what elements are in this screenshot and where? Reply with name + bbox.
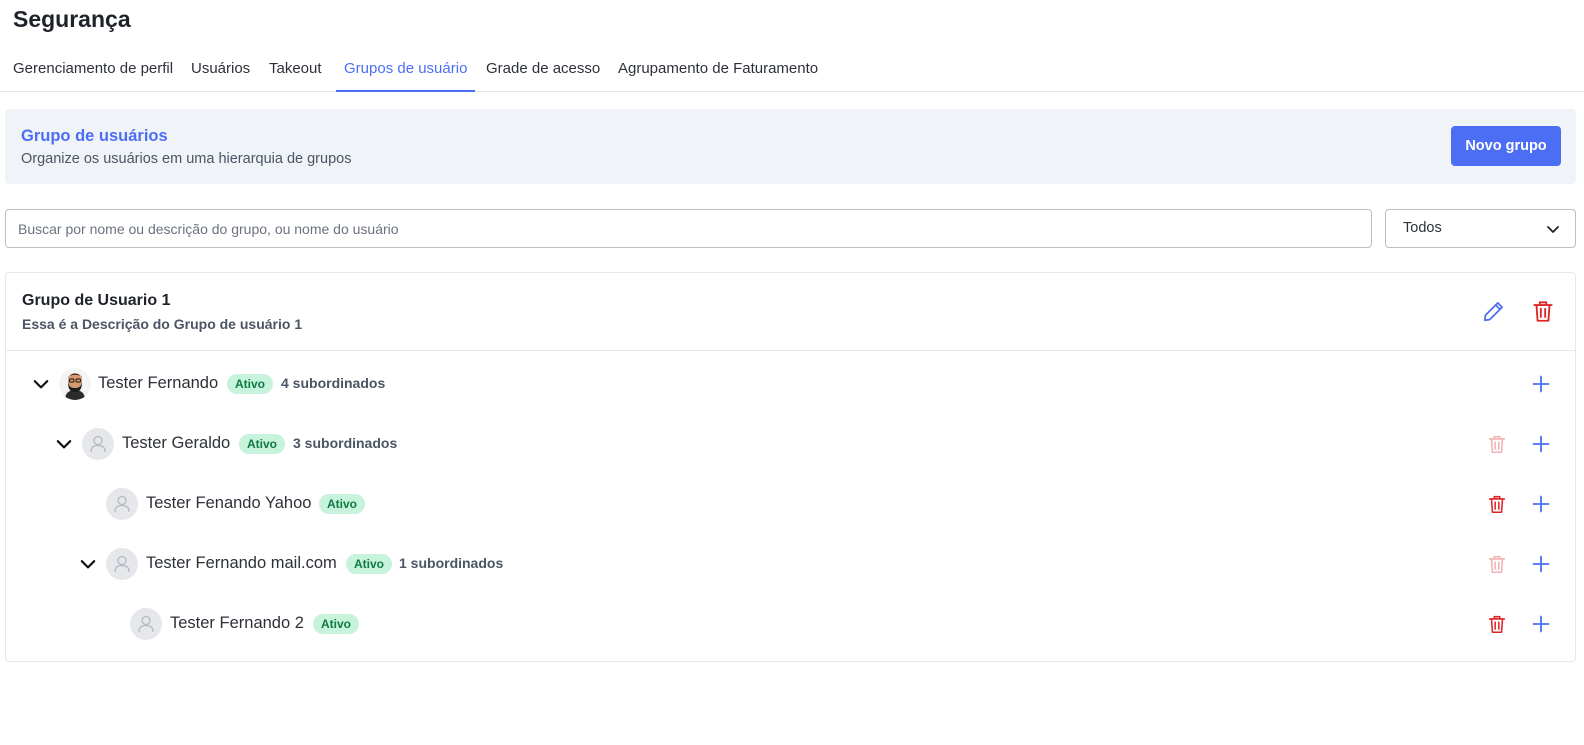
tab-grupos-de-usuario[interactable]: Grupos de usuário bbox=[336, 48, 476, 92]
collapse-chevron-icon[interactable] bbox=[55, 435, 73, 453]
page-title: Segurança bbox=[13, 6, 131, 32]
status-badge: Ativo bbox=[239, 434, 285, 454]
search-input[interactable] bbox=[5, 209, 1372, 248]
tab-grade-de-acesso[interactable]: Grade de acesso bbox=[478, 48, 608, 92]
section-subtitle: Organize os usuários em uma hierarquia d… bbox=[21, 151, 352, 167]
member-name: Tester Fernando bbox=[98, 374, 219, 392]
user-placeholder-avatar bbox=[106, 488, 138, 520]
add-subordinate-plus-icon[interactable] bbox=[1530, 433, 1552, 455]
status-badge: Ativo bbox=[313, 614, 359, 634]
group-name: Grupo de Usuario 1 bbox=[22, 292, 171, 309]
status-filter-select[interactable]: Todos bbox=[1385, 209, 1576, 248]
section-title: Grupo de usuários bbox=[21, 127, 168, 145]
status-badge: Ativo bbox=[346, 554, 392, 574]
member-name: Tester Fenando Yahoo bbox=[146, 494, 312, 512]
status-badge: Ativo bbox=[227, 374, 273, 394]
tab-takeout[interactable]: Takeout bbox=[261, 48, 330, 92]
delete-group-trash-icon[interactable] bbox=[1530, 298, 1556, 324]
remove-member-trash-icon[interactable] bbox=[1486, 553, 1508, 575]
member-row: Tester Fernando Ativo 4 subordinados bbox=[6, 364, 1575, 404]
group-header: Grupo de Usuario 1 Essa é a Descrição do… bbox=[6, 273, 1575, 351]
group-card: Grupo de Usuario 1 Essa é a Descrição do… bbox=[5, 272, 1576, 662]
remove-member-trash-icon[interactable] bbox=[1486, 613, 1508, 635]
tab-usuarios[interactable]: Usuários bbox=[183, 48, 258, 92]
add-subordinate-plus-icon[interactable] bbox=[1530, 493, 1552, 515]
status-badge: Ativo bbox=[319, 494, 365, 514]
remove-member-trash-icon[interactable] bbox=[1486, 433, 1508, 455]
groups-header-card: Grupo de usuários Organize os usuários e… bbox=[5, 109, 1576, 184]
user-placeholder-avatar bbox=[130, 608, 162, 640]
member-name: Tester Fernando 2 bbox=[170, 614, 304, 632]
user-placeholder-avatar bbox=[82, 428, 114, 460]
member-row: Tester Geraldo Ativo 3 subordinados bbox=[6, 424, 1575, 464]
edit-group-pencil-icon[interactable] bbox=[1481, 298, 1507, 324]
remove-member-trash-icon[interactable] bbox=[1486, 493, 1508, 515]
subordinates-count: 4 subordinados bbox=[281, 375, 386, 391]
tab-gerenciamento-de-perfil[interactable]: Gerenciamento de perfil bbox=[5, 48, 181, 92]
group-description: Essa é a Descrição do Grupo de usuário 1 bbox=[22, 316, 303, 332]
chevron-down-icon bbox=[1547, 226, 1559, 233]
add-subordinate-plus-icon[interactable] bbox=[1530, 613, 1552, 635]
add-subordinate-plus-icon[interactable] bbox=[1530, 373, 1552, 395]
user-placeholder-avatar bbox=[106, 548, 138, 580]
member-row: Tester Fernando 2 Ativo bbox=[6, 604, 1575, 644]
member-row: Tester Fenando Yahoo Ativo bbox=[6, 484, 1575, 524]
tab-bar: Gerenciamento de perfil Usuários Takeout… bbox=[0, 48, 1584, 92]
member-name: Tester Geraldo bbox=[122, 434, 231, 452]
user-photo-avatar bbox=[59, 368, 91, 400]
collapse-chevron-icon[interactable] bbox=[79, 555, 97, 573]
tab-agrupamento-de-faturamento[interactable]: Agrupamento de Faturamento bbox=[610, 48, 826, 92]
member-row: Tester Fernando mail.com Ativo 1 subordi… bbox=[6, 544, 1575, 584]
new-group-button[interactable]: Novo grupo bbox=[1451, 126, 1561, 166]
collapse-chevron-icon[interactable] bbox=[32, 375, 50, 393]
subordinates-count: 3 subordinados bbox=[293, 435, 398, 451]
status-filter-value: Todos bbox=[1403, 220, 1442, 236]
member-name: Tester Fernando mail.com bbox=[146, 554, 337, 572]
add-subordinate-plus-icon[interactable] bbox=[1530, 553, 1552, 575]
subordinates-count: 1 subordinados bbox=[399, 555, 504, 571]
